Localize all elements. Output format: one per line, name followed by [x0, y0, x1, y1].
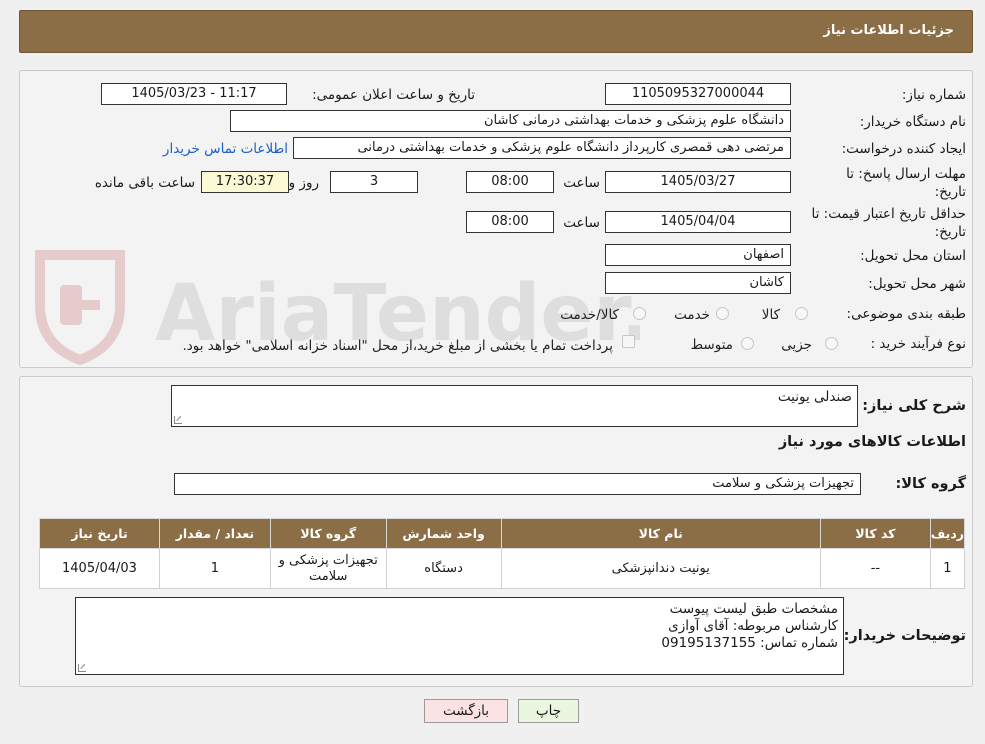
province-label: استان محل تحویل:: [860, 248, 966, 264]
column-header-unit: واحد شمارش: [385, 518, 502, 549]
page-header: جزئیات اطلاعات نیاز: [19, 10, 973, 53]
process-radio-minor[interactable]: [825, 337, 838, 350]
print-button[interactable]: چاپ: [518, 699, 579, 723]
goods-group-label: گروه کالا:: [895, 476, 966, 492]
process-option-medium: متوسط: [690, 337, 733, 353]
process-radio-medium[interactable]: [741, 337, 754, 350]
process-label: نوع فرآیند خرید :: [870, 336, 966, 352]
remaining-days-field: 3: [330, 171, 418, 193]
buyer-org-field: دانشگاه علوم پزشکی و خدمات بهداشتی درمان…: [230, 110, 791, 132]
deadline-date-field: 1405/03/27: [605, 171, 791, 193]
goods-group-field: تجهیزات پزشکی و سلامت: [174, 473, 861, 495]
buyer-contact-link[interactable]: اطلاعات تماس خریدار: [163, 141, 288, 157]
table-row: 1 -- یونیت دندانپزشکی دستگاه تجهیزات پزش…: [39, 548, 966, 589]
announce-label: تاریخ و ساعت اعلان عمومی:: [312, 87, 475, 103]
city-field: کاشان: [605, 272, 791, 294]
validity-time-field: 08:00: [466, 211, 554, 233]
cell-name: یونیت دندانپزشکی: [500, 548, 821, 589]
cell-quantity: 1: [158, 548, 271, 589]
category-option-goods: کالا: [761, 307, 780, 323]
cell-unit: دستگاه: [385, 548, 502, 589]
column-header-group: گروه کالا: [269, 518, 387, 549]
process-option-minor: جزیی: [781, 337, 812, 353]
validity-label: حداقل تاریخ اعتبار قیمت: تا تاریخ:: [811, 206, 966, 240]
category-radio-goods-service[interactable]: [633, 307, 646, 320]
column-header-row-number: ردیف: [929, 518, 966, 549]
validity-time-label: ساعت: [563, 215, 600, 231]
column-header-quantity: تعداد / مقدار: [158, 518, 271, 549]
column-header-name: نام کالا: [500, 518, 821, 549]
cell-row-number: 1: [929, 548, 966, 589]
table-header-row: ردیف کد کالا نام کالا واحد شمارش گروه کا…: [39, 518, 966, 549]
buyer-notes-label: توضیحات خریدار:: [843, 628, 966, 644]
category-option-service: خدمت: [674, 307, 710, 323]
requester-field: مرتضی دهی قمصری کارپرداز دانشگاه علوم پز…: [293, 137, 791, 159]
buyer-org-label: نام دستگاه خریدار:: [859, 114, 966, 130]
description-label: شرح کلی نیاز:: [862, 398, 966, 414]
category-label: طبقه بندی موضوعی:: [846, 306, 966, 322]
remaining-label: ساعت باقی مانده: [94, 175, 195, 191]
requester-label: ایجاد کننده درخواست:: [841, 141, 966, 157]
cell-date: 1405/04/03: [39, 548, 160, 589]
category-radio-service[interactable]: [716, 307, 729, 320]
cell-code: --: [819, 548, 931, 589]
deadline-time-label: ساعت: [563, 175, 600, 191]
deadline-label: مهلت ارسال پاسخ: تا تاریخ:: [846, 166, 966, 200]
treasury-payment-checkbox[interactable]: [622, 335, 635, 348]
resize-grip-icon[interactable]: [78, 664, 86, 672]
need-number-label: شماره نیاز:: [901, 87, 966, 103]
category-option-goods-service: کالا/خدمت: [560, 307, 619, 323]
treasury-payment-note: پرداخت تمام یا بخشی از مبلغ خرید،از محل …: [182, 338, 613, 354]
validity-date-field: 1405/04/04: [605, 211, 791, 233]
province-field: اصفهان: [605, 244, 791, 266]
description-field: صندلی یونیت: [171, 385, 858, 427]
goods-table: ردیف کد کالا نام کالا واحد شمارش گروه کا…: [39, 518, 966, 589]
buyer-notes-line-1: مشخصات طبق لیست پیوست: [669, 601, 838, 617]
cell-group: تجهیزات پزشکی و سلامت: [269, 548, 387, 589]
back-button[interactable]: بازگشت: [424, 699, 508, 723]
city-label: شهر محل تحویل:: [868, 276, 966, 292]
column-header-code: کد کالا: [819, 518, 931, 549]
goods-info-title: اطلاعات کالاهای مورد نیاز: [778, 434, 966, 450]
column-header-date: تاریخ نیاز: [39, 518, 160, 549]
description-text: صندلی یونیت: [777, 389, 852, 405]
page-title: جزئیات اطلاعات نیاز: [823, 23, 954, 38]
resize-grip-icon[interactable]: [174, 416, 182, 424]
days-label: روز و: [288, 175, 319, 191]
buyer-notes-field: مشخصات طبق لیست پیوست کارشناس مربوطه: آق…: [75, 597, 844, 675]
remaining-time-field: 17:30:37: [201, 171, 289, 193]
need-number-field: 1105095327000044: [605, 83, 791, 105]
deadline-time-field: 08:00: [466, 171, 554, 193]
buyer-notes-line-3: شماره تماس: 09195137155: [661, 635, 838, 651]
category-radio-goods[interactable]: [795, 307, 808, 320]
announce-datetime-field: 1405/03/23 - 11:17: [101, 83, 287, 105]
buyer-notes-line-2: کارشناس مربوطه: آقای آوازی: [668, 618, 838, 634]
